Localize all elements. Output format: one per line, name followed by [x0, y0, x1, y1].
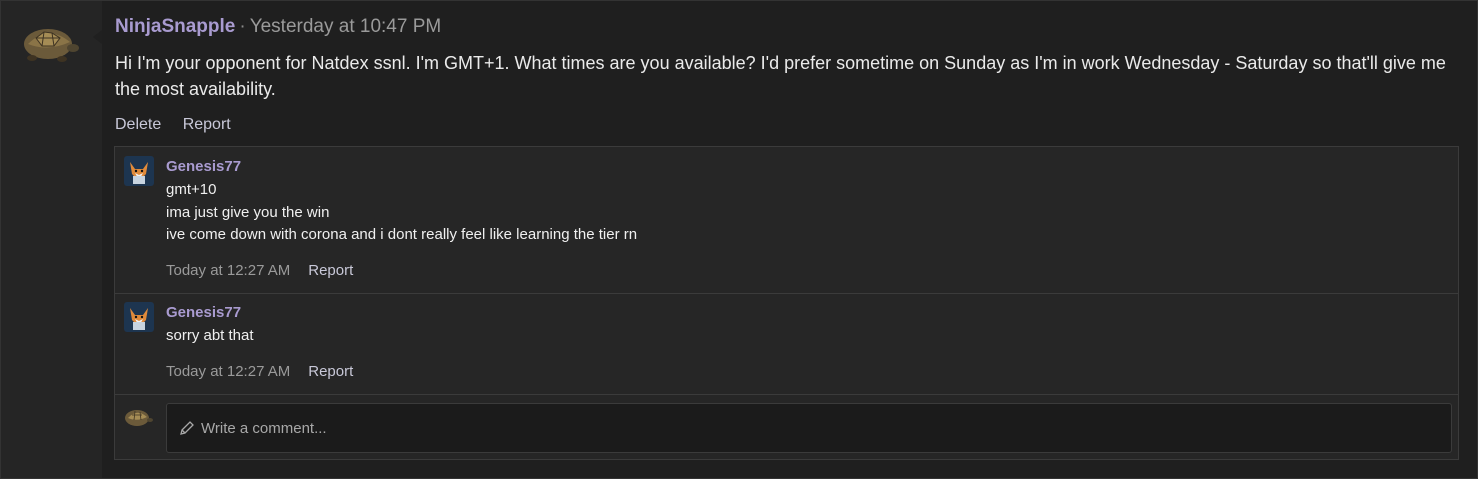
comment-line: ive come down with corona and i dont rea… [166, 226, 638, 243]
fox-avatar-icon[interactable] [124, 156, 154, 186]
post-actions: Delete Report [115, 116, 248, 134]
report-button[interactable]: Report [183, 116, 231, 133]
comment-author[interactable]: Genesis77 [166, 304, 241, 321]
post-body: Hi I'm your opponent for Natdex ssnl. I'… [115, 53, 1446, 99]
delete-button[interactable]: Delete [115, 116, 161, 133]
comment-line: ima just give you the win [166, 204, 330, 221]
comment-author[interactable]: Genesis77 [166, 158, 241, 175]
comment-item: Genesis77 gmt+10 ima just give you the w… [115, 147, 1458, 294]
comment-line: gmt+10 [166, 181, 217, 198]
post-timestamp[interactable]: Yesterday at 10:47 PM [250, 16, 442, 37]
author-gutter [1, 1, 102, 478]
bubble-notch [93, 30, 102, 44]
comment-item: Genesis77 sorry abt that Today at 12:27 … [115, 294, 1458, 395]
turtle-avatar-icon [125, 410, 153, 426]
post-author[interactable]: NinjaSnapple [115, 16, 235, 37]
comment-timestamp[interactable]: Today at 12:27 AM [166, 262, 290, 279]
turtle-avatar-icon[interactable] [18, 18, 80, 68]
comment-line: sorry abt that [166, 327, 254, 344]
comment-meta: Today at 12:27 AM Report [166, 363, 353, 380]
comment-meta: Today at 12:27 AM Report [166, 262, 353, 279]
comment-input-placeholder: Write a comment... [201, 419, 327, 437]
comment-timestamp[interactable]: Today at 12:27 AM [166, 363, 290, 380]
pencil-icon [180, 421, 194, 435]
fox-avatar-icon[interactable] [124, 302, 154, 332]
comment-report-button[interactable]: Report [308, 363, 353, 380]
post-header: NinjaSnapple · Yesterday at 10:47 PM [115, 16, 441, 38]
separator: · [239, 16, 246, 37]
comment-report-button[interactable]: Report [308, 262, 353, 279]
comment-input[interactable]: Write a comment... [166, 403, 1452, 453]
comments-section: Genesis77 gmt+10 ima just give you the w… [114, 146, 1459, 460]
